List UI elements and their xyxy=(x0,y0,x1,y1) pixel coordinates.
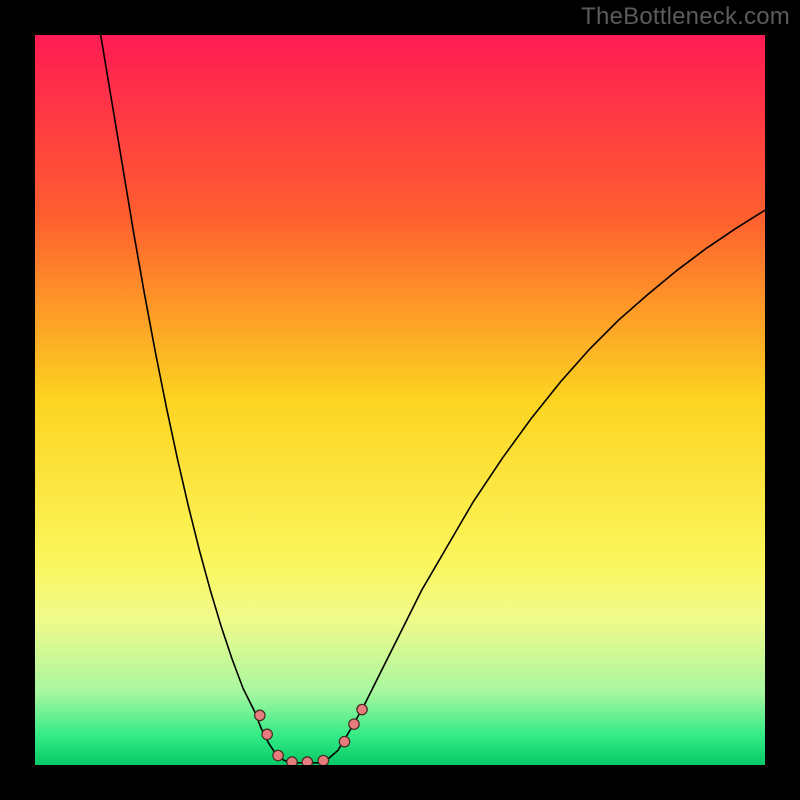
marker-point xyxy=(349,719,359,729)
marker-point xyxy=(255,710,265,720)
marker-point xyxy=(287,757,297,765)
watermark-text: TheBottleneck.com xyxy=(581,3,790,31)
marker-point xyxy=(262,729,272,739)
marker-point xyxy=(318,755,328,765)
gradient-background xyxy=(35,35,765,765)
chart-container: TheBottleneck.com xyxy=(0,0,800,800)
marker-point xyxy=(273,750,283,760)
marker-point xyxy=(357,704,367,714)
plot-area xyxy=(35,35,765,765)
marker-point xyxy=(339,736,349,746)
plot-svg xyxy=(35,35,765,765)
marker-point xyxy=(302,757,312,765)
